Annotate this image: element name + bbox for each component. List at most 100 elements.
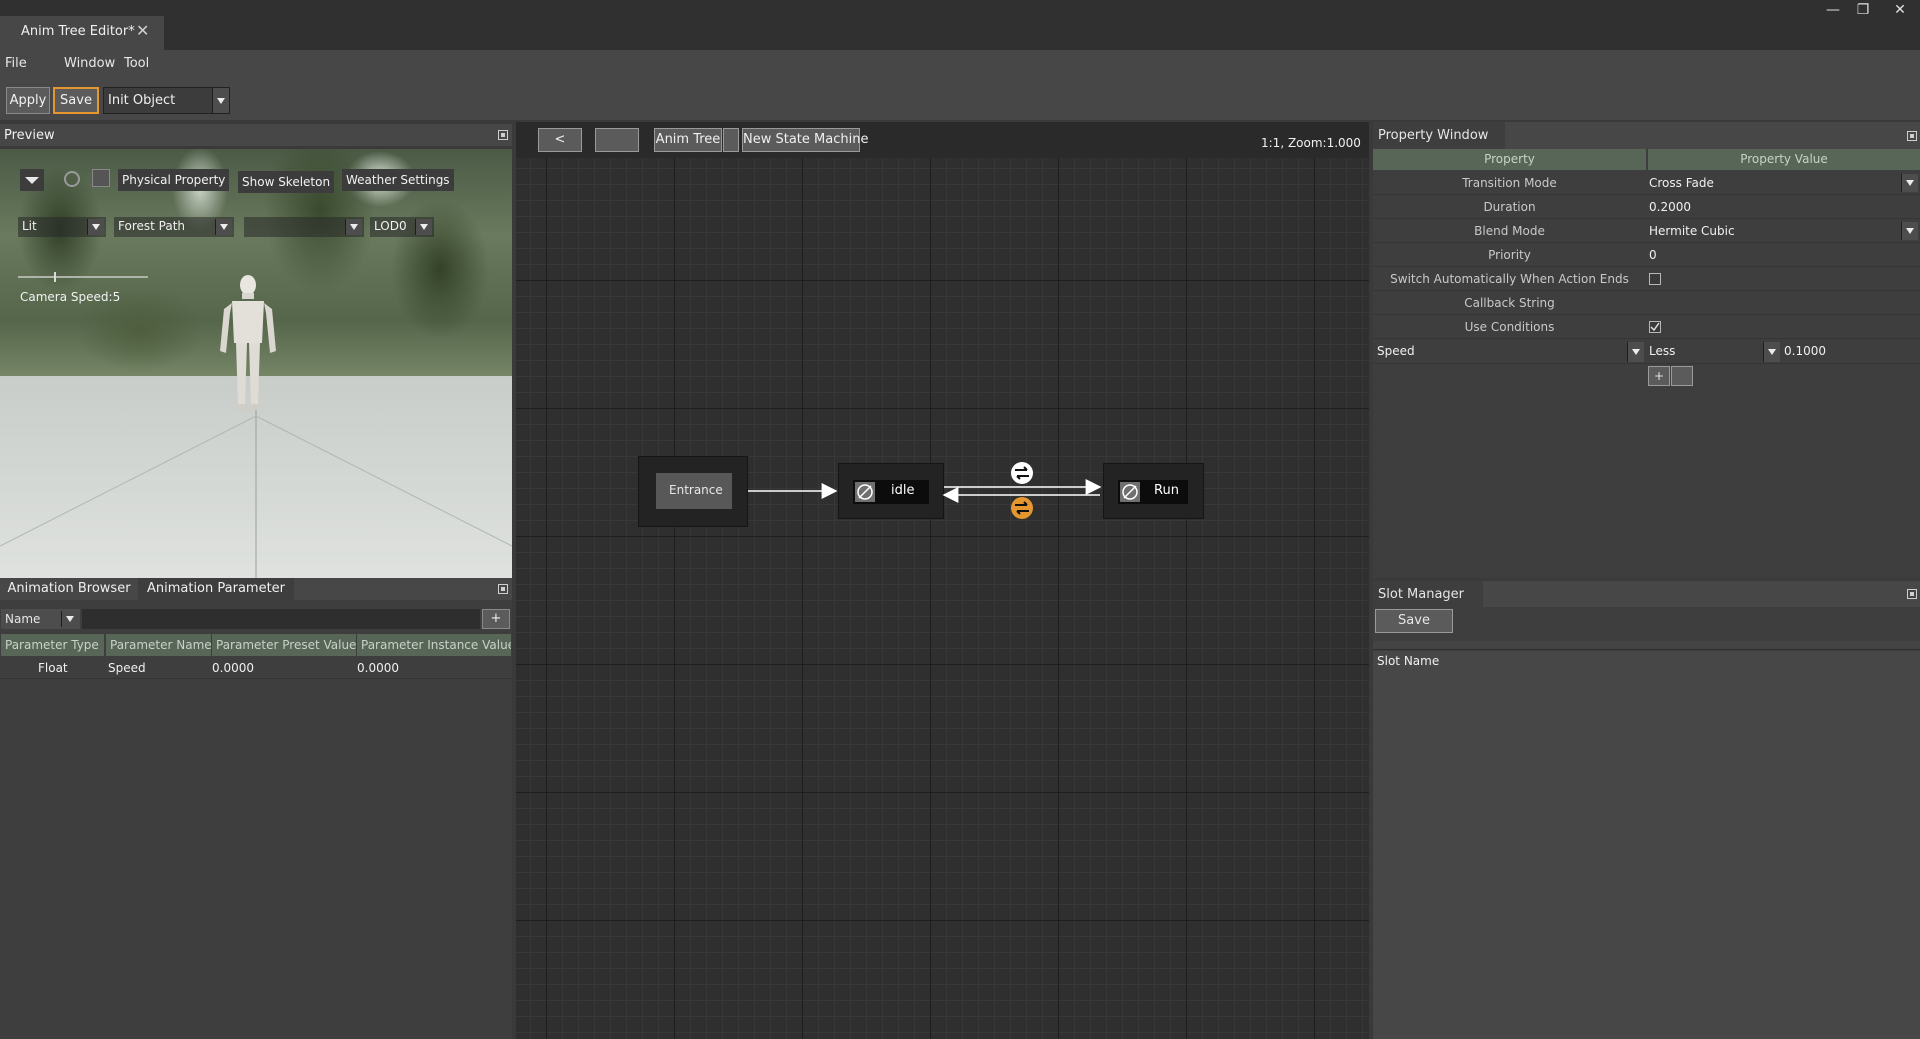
physical-property-button[interactable]: Physical Property bbox=[118, 169, 230, 191]
row-duration[interactable]: Duration 0.2000 bbox=[1373, 196, 1920, 219]
param-preset-cell: 0.0000 bbox=[212, 661, 254, 675]
minimize-icon[interactable]: — bbox=[1818, 0, 1848, 20]
use-conditions-checkbox[interactable] bbox=[1649, 321, 1661, 333]
duration-label: Duration bbox=[1483, 200, 1536, 214]
init-object-select[interactable]: Init Object bbox=[103, 87, 230, 114]
row-blend-mode[interactable]: Blend Mode Hermite Cubic bbox=[1373, 220, 1920, 243]
condition-operator-value[interactable]: Less bbox=[1649, 344, 1675, 358]
run-node-body: Run bbox=[1118, 480, 1188, 504]
row-callback-string[interactable]: Callback String bbox=[1373, 292, 1920, 315]
condition-value[interactable]: 0.1000 bbox=[1784, 344, 1826, 358]
value-col-header-label: Property Value bbox=[1740, 152, 1828, 166]
add-condition-button[interactable]: + bbox=[1648, 366, 1670, 386]
menu-bar: File Window Tool bbox=[0, 50, 1920, 78]
tab-property-window[interactable]: Property Window bbox=[1373, 122, 1505, 149]
chevron-down-icon[interactable] bbox=[345, 219, 362, 235]
filter-row: Name + bbox=[0, 608, 512, 630]
param-instance-cell: 0.0000 bbox=[357, 661, 399, 675]
blend-mode-label: Blend Mode bbox=[1474, 224, 1545, 238]
preview-viewport[interactable]: Physical Property Show Skeleton Weather … bbox=[0, 149, 512, 578]
slot-save-button[interactable]: Save bbox=[1375, 609, 1453, 633]
pin-icon[interactable] bbox=[498, 130, 508, 140]
run-node-label: Run bbox=[1154, 483, 1179, 498]
param-type-cell: Float bbox=[38, 661, 68, 675]
document-tab[interactable]: Anim Tree Editor* ✕ bbox=[0, 16, 164, 50]
duration-value[interactable]: 0.2000 bbox=[1649, 200, 1691, 214]
row-use-conditions[interactable]: Use Conditions bbox=[1373, 316, 1920, 339]
apply-button[interactable]: Apply bbox=[6, 87, 50, 114]
title-bar: Anim Tree Editor* ✕ — ❐ ✕ bbox=[0, 0, 1920, 50]
property-window: Property Window Property Property Value … bbox=[1373, 122, 1920, 578]
restore-icon[interactable]: ❐ bbox=[1848, 0, 1878, 20]
add-parameter-button[interactable]: + bbox=[482, 609, 510, 629]
entrance-node[interactable]: Entrance bbox=[638, 456, 748, 527]
document-tab-title: Anim Tree Editor* bbox=[21, 24, 135, 39]
zoom-label: 1:1, Zoom:1.000 bbox=[1261, 136, 1361, 150]
pin-icon[interactable] bbox=[1907, 131, 1917, 141]
row-switch-automatically[interactable]: Switch Automatically When Action Ends bbox=[1373, 268, 1920, 291]
screenshot-icon[interactable] bbox=[92, 169, 110, 187]
filter-input[interactable] bbox=[82, 609, 480, 629]
camera-speed-slider-handle[interactable] bbox=[54, 272, 56, 282]
chevron-down-icon[interactable] bbox=[1763, 342, 1780, 362]
forward-button[interactable]: > bbox=[595, 128, 639, 152]
animation-parameter-panel: Animation Browser Animation Parameter Na… bbox=[0, 578, 512, 1039]
chevron-down-icon bbox=[25, 177, 39, 184]
tab-slot-manager[interactable]: Slot Manager bbox=[1373, 581, 1483, 607]
state-machine-graph[interactable] bbox=[516, 122, 1369, 1039]
row-priority[interactable]: Priority 0 bbox=[1373, 244, 1920, 267]
blank-select[interactable] bbox=[244, 217, 364, 237]
window-close-icon[interactable]: ✕ bbox=[1885, 0, 1915, 20]
menu-tool[interactable]: Tool bbox=[124, 56, 149, 71]
chevron-down-icon[interactable] bbox=[215, 219, 232, 235]
remove-condition-button[interactable] bbox=[1671, 366, 1693, 386]
menu-window[interactable]: Window bbox=[64, 56, 115, 71]
priority-value[interactable]: 0 bbox=[1649, 248, 1657, 262]
row-transition-mode[interactable]: Transition Mode Cross Fade bbox=[1373, 172, 1920, 195]
transition-selected-icon[interactable] bbox=[1010, 496, 1034, 520]
blend-mode-value: Hermite Cubic bbox=[1649, 224, 1735, 238]
save-button[interactable]: Save bbox=[53, 87, 99, 114]
chevron-down-icon[interactable] bbox=[415, 219, 432, 235]
column-header-name: Parameter Name bbox=[106, 634, 212, 656]
column-header-preset: Parameter Preset Value bbox=[212, 634, 357, 656]
chevron-down-icon[interactable] bbox=[1901, 222, 1918, 240]
chevron-down-icon[interactable] bbox=[1901, 174, 1918, 192]
tab-animation-browser[interactable]: Animation Browser bbox=[0, 578, 138, 600]
scene-select[interactable]: Forest Path bbox=[114, 217, 234, 237]
refresh-icon[interactable] bbox=[64, 171, 80, 187]
lighting-select-value: Lit bbox=[22, 219, 37, 233]
character-model[interactable] bbox=[212, 273, 284, 413]
switch-automatically-checkbox[interactable] bbox=[1649, 273, 1661, 285]
view-mode-dropdown[interactable] bbox=[20, 169, 44, 191]
run-node[interactable]: Run bbox=[1103, 463, 1204, 519]
chevron-down-icon[interactable] bbox=[61, 611, 78, 627]
tab-close-icon[interactable]: ✕ bbox=[136, 21, 149, 40]
entrance-node-body: Entrance bbox=[656, 473, 732, 509]
menu-file[interactable]: File bbox=[5, 56, 27, 71]
column-header-instance: Parameter Instance Value bbox=[357, 634, 512, 656]
breadcrumb-anim-tree[interactable]: Anim Tree bbox=[654, 128, 722, 152]
lod-select[interactable]: LOD0 bbox=[370, 217, 434, 237]
graph-toolbar: < > Anim Tree New State Machine 1:1, Zoo… bbox=[516, 122, 1369, 158]
chevron-down-icon[interactable] bbox=[87, 219, 104, 235]
pin-icon[interactable] bbox=[1907, 589, 1917, 599]
tab-animation-parameter[interactable]: Animation Parameter bbox=[138, 578, 294, 600]
condition-param-value[interactable]: Speed bbox=[1377, 344, 1415, 358]
slot-name-column-header: Slot Name bbox=[1377, 654, 1440, 668]
table-row[interactable]: Float Speed 0.0000 0.0000 bbox=[0, 658, 512, 679]
filter-field-select[interactable]: Name bbox=[1, 609, 80, 629]
chevron-down-icon[interactable] bbox=[1627, 342, 1644, 362]
back-button[interactable]: < bbox=[538, 128, 582, 152]
switch-automatically-label: Switch Automatically When Action Ends bbox=[1390, 272, 1629, 286]
slot-list[interactable]: Slot Name bbox=[1373, 651, 1920, 1039]
weather-settings-button[interactable]: Weather Settings bbox=[342, 169, 454, 191]
camera-speed-slider[interactable] bbox=[18, 272, 148, 282]
init-object-select-value: Init Object bbox=[108, 93, 176, 108]
lighting-select[interactable]: Lit bbox=[18, 217, 106, 237]
show-skeleton-button[interactable]: Show Skeleton bbox=[238, 171, 335, 193]
transition-icon[interactable] bbox=[1010, 461, 1034, 485]
chevron-down-icon[interactable] bbox=[212, 88, 229, 113]
pin-icon[interactable] bbox=[498, 584, 508, 594]
breadcrumb-state-machine[interactable]: New State Machine bbox=[742, 128, 868, 152]
